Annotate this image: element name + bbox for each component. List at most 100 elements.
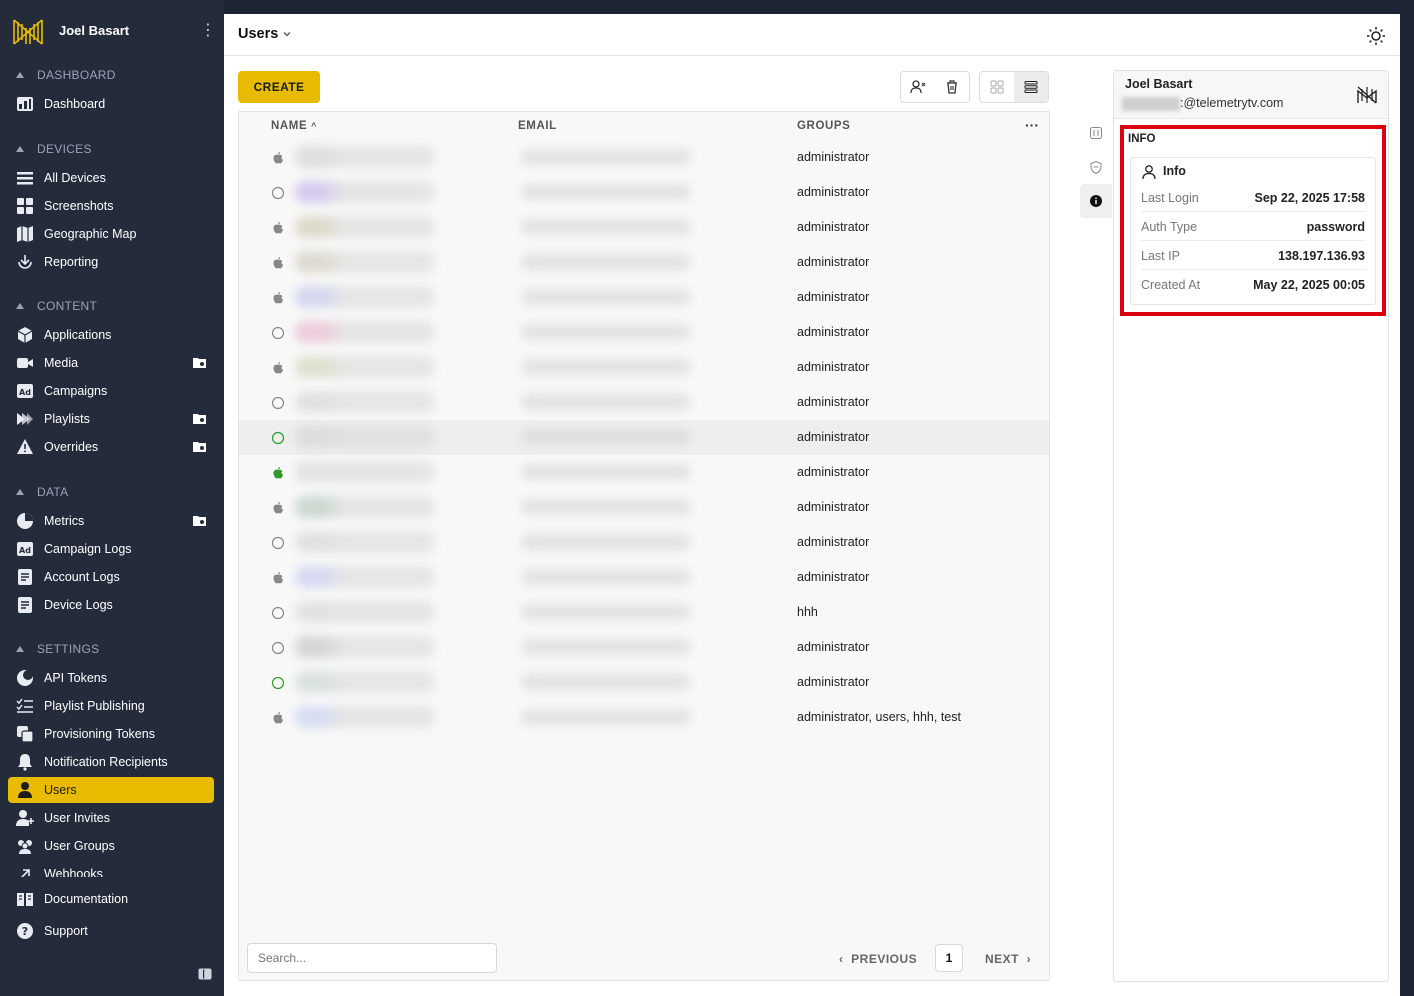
- create-button[interactable]: CREATE: [238, 71, 320, 103]
- sidebar-item-user-groups[interactable]: User Groups: [8, 833, 214, 859]
- table-row[interactable]: administrator: [239, 525, 1049, 560]
- tab-info[interactable]: [1080, 184, 1112, 218]
- tab-security[interactable]: [1080, 150, 1112, 184]
- folder-sync-icon[interactable]: [193, 515, 206, 526]
- sidebar-header: Joel Basart ⋮: [0, 0, 224, 60]
- sidebar-item-reporting[interactable]: Reporting: [8, 249, 214, 275]
- sidebar-item-documentation[interactable]: Documentation: [8, 886, 214, 912]
- impersonate-icon[interactable]: [1356, 85, 1378, 105]
- previous-page-button[interactable]: ‹ PREVIOUS: [839, 952, 917, 966]
- sidebar-user-name[interactable]: Joel Basart: [59, 23, 129, 38]
- list-view-button[interactable]: [1014, 72, 1048, 102]
- offline-status-icon: [271, 536, 285, 550]
- sidebar-item-overrides[interactable]: Overrides: [8, 434, 214, 460]
- redacted-email: [521, 639, 691, 655]
- folder-sync-icon[interactable]: [193, 441, 206, 452]
- sidebar: Joel Basart ⋮ DASHBOARD Dashboard DEVICE…: [0, 0, 224, 996]
- table-row[interactable]: administrator: [239, 665, 1049, 700]
- main-content: Users CREATE NAME ^ EMAIL GROUPS ··· adm…: [224, 14, 1400, 996]
- table-row[interactable]: administrator: [239, 245, 1049, 280]
- sidebar-item-metrics[interactable]: Metrics: [8, 508, 214, 534]
- sidebar-item-campaign-logs[interactable]: Ad Campaign Logs: [8, 536, 214, 562]
- sidebar-item-support[interactable]: ? Support: [8, 918, 214, 944]
- section-data[interactable]: DATA: [16, 485, 68, 499]
- telemetrytv-logo-icon[interactable]: [12, 16, 44, 48]
- table-row[interactable]: administrator: [239, 140, 1049, 175]
- collapse-sidebar-icon[interactable]: [198, 968, 212, 980]
- redacted-email: [521, 429, 691, 445]
- document-icon: [18, 597, 32, 613]
- sidebar-item-dashboard[interactable]: Dashboard: [8, 91, 214, 117]
- grid-view-button[interactable]: [980, 72, 1014, 102]
- folder-sync-icon[interactable]: [193, 357, 206, 368]
- sidebar-item-playlist-publishing[interactable]: Playlist Publishing: [8, 693, 214, 719]
- theme-toggle-icon[interactable]: [1366, 26, 1386, 46]
- search-input[interactable]: [247, 943, 497, 973]
- table-row[interactable]: hhh: [239, 595, 1049, 630]
- offline-status-icon: [271, 396, 285, 410]
- table-row[interactable]: administrator: [239, 210, 1049, 245]
- sidebar-item-label: User Groups: [44, 839, 115, 853]
- redacted-name: [295, 181, 435, 203]
- moon-icon: [17, 670, 33, 686]
- sidebar-item-account-logs[interactable]: Account Logs: [8, 564, 214, 590]
- user-groups: administrator: [797, 290, 870, 304]
- column-header-name[interactable]: NAME ^: [271, 120, 317, 132]
- kebab-menu-icon[interactable]: ⋮: [200, 22, 216, 42]
- info-value: 138.197.136.93: [1278, 249, 1365, 263]
- section-dashboard[interactable]: DASHBOARD: [16, 68, 116, 82]
- sidebar-item-screenshots[interactable]: Screenshots: [8, 193, 214, 219]
- next-page-button[interactable]: NEXT ›: [985, 952, 1031, 966]
- section-title: CONTENT: [37, 299, 98, 313]
- chevron-down-icon[interactable]: [282, 29, 292, 39]
- tab-groups[interactable]: [1080, 116, 1112, 150]
- redacted-email: [521, 499, 691, 515]
- table-row[interactable]: administrator: [239, 385, 1049, 420]
- section-title: DEVICES: [37, 142, 92, 156]
- section-content[interactable]: CONTENT: [16, 299, 97, 313]
- sidebar-item-media[interactable]: Media: [8, 350, 214, 376]
- user-action-button[interactable]: [901, 72, 935, 102]
- badge-icon: [1090, 127, 1102, 139]
- table-row[interactable]: administrator, users, hhh, test: [239, 700, 1049, 735]
- sidebar-item-playlists[interactable]: Playlists: [8, 406, 214, 432]
- sidebar-item-campaigns[interactable]: Ad Campaigns: [8, 378, 214, 404]
- page-number[interactable]: 1: [935, 944, 963, 972]
- table-row[interactable]: administrator: [239, 175, 1049, 210]
- sidebar-item-api-tokens[interactable]: API Tokens: [8, 665, 214, 691]
- online-status-icon: [271, 676, 285, 690]
- sidebar-item-all-devices[interactable]: All Devices: [8, 165, 214, 191]
- info-key: Created At: [1141, 278, 1201, 292]
- sidebar-item-notification-recipients[interactable]: Notification Recipients: [8, 749, 214, 775]
- section-devices[interactable]: DEVICES: [16, 142, 92, 156]
- table-row[interactable]: administrator: [239, 420, 1049, 455]
- column-header-email[interactable]: EMAIL: [518, 120, 557, 132]
- sidebar-item-user-invites[interactable]: User Invites: [8, 805, 214, 831]
- redacted-name: [295, 601, 435, 623]
- table-row[interactable]: administrator: [239, 315, 1049, 350]
- sidebar-item-device-logs[interactable]: Device Logs: [8, 592, 214, 618]
- table-row[interactable]: administrator: [239, 630, 1049, 665]
- redacted-name: [295, 251, 435, 273]
- page-title[interactable]: Users: [238, 26, 278, 42]
- section-settings[interactable]: SETTINGS: [16, 642, 99, 656]
- playlist-icon: [17, 413, 33, 425]
- sidebar-item-webhooks[interactable]: Webhooks: [8, 861, 214, 877]
- table-row[interactable]: administrator: [239, 455, 1049, 490]
- table-row[interactable]: administrator: [239, 490, 1049, 525]
- table-row[interactable]: administrator: [239, 280, 1049, 315]
- sidebar-item-applications[interactable]: Applications: [8, 322, 214, 348]
- sidebar-item-label: Campaigns: [44, 384, 108, 398]
- folder-sync-icon[interactable]: [193, 413, 206, 424]
- redacted-name: [295, 321, 435, 343]
- checklist-icon: [16, 698, 33, 713]
- sidebar-item-geographic-map[interactable]: Geographic Map: [8, 221, 214, 247]
- table-row[interactable]: administrator: [239, 560, 1049, 595]
- table-row[interactable]: administrator: [239, 350, 1049, 385]
- sidebar-item-provisioning-tokens[interactable]: Provisioning Tokens: [8, 721, 214, 747]
- delete-button[interactable]: [935, 72, 969, 102]
- sidebar-item-users[interactable]: Users: [8, 777, 214, 803]
- column-header-groups[interactable]: GROUPS: [797, 120, 850, 132]
- more-options-icon[interactable]: ···: [1025, 117, 1039, 133]
- redacted-email: [521, 254, 691, 270]
